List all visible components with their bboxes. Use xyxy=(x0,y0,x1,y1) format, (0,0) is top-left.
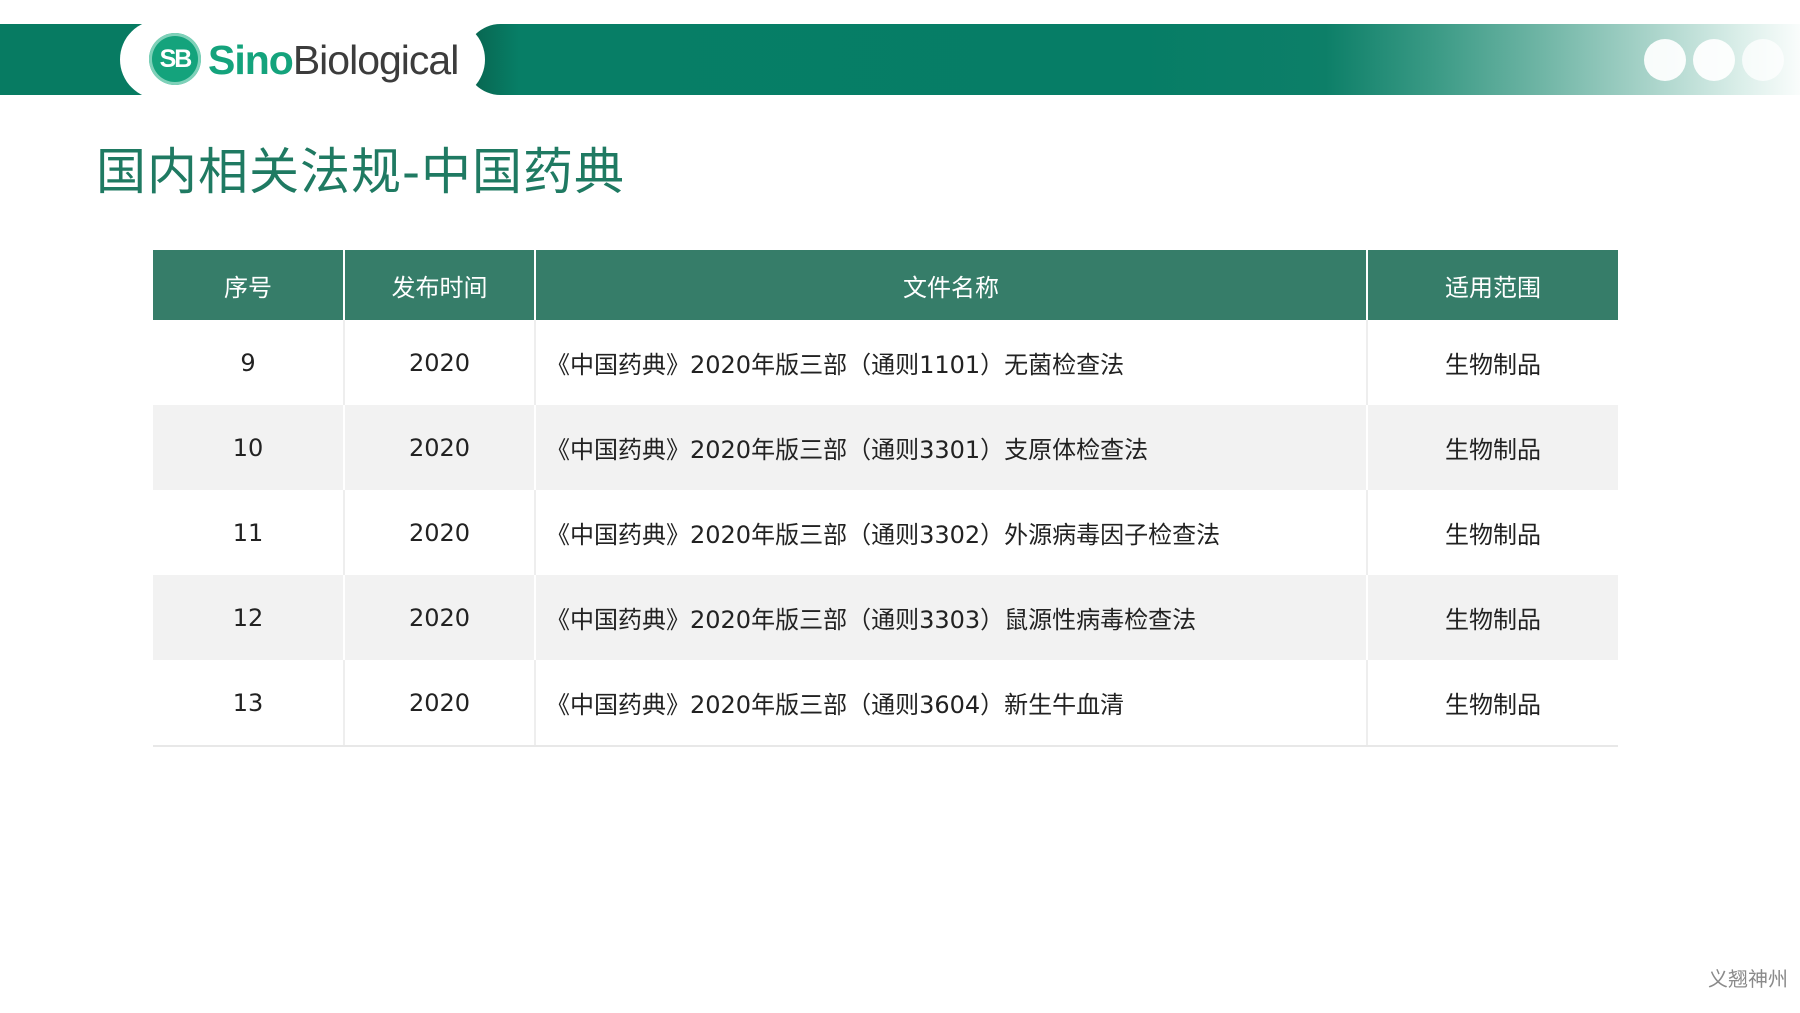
header-band-gradient xyxy=(465,24,1800,95)
logo-suffix-text: Biological xyxy=(292,37,459,83)
page-title: 国内相关法规-中国药典 xyxy=(96,143,626,201)
column-header-index: 序号 xyxy=(153,250,344,320)
cell-document: 《中国药典》2020年版三部（通则3604）新生牛血清 xyxy=(534,660,1367,747)
column-header-document: 文件名称 xyxy=(534,250,1367,320)
cell-index: 13 xyxy=(153,660,344,747)
cell-document: 《中国药典》2020年版三部（通则3302）外源病毒因子检查法 xyxy=(534,490,1367,575)
cell-scope: 生物制品 xyxy=(1366,320,1618,405)
cell-date: 2020 xyxy=(343,660,535,747)
cell-document: 《中国药典》2020年版三部（通则3301）支原体检查法 xyxy=(534,405,1367,490)
cell-date: 2020 xyxy=(343,575,535,660)
table-row: 12 2020 《中国药典》2020年版三部（通则3303）鼠源性病毒检查法 生… xyxy=(153,575,1618,660)
decorative-circle-icon xyxy=(1644,39,1686,81)
decorative-circle-icon xyxy=(1742,39,1784,81)
cell-scope: 生物制品 xyxy=(1366,405,1618,490)
column-header-scope: 适用范围 xyxy=(1366,250,1618,320)
table-row: 10 2020 《中国药典》2020年版三部（通则3301）支原体检查法 生物制… xyxy=(153,405,1618,490)
cell-index: 11 xyxy=(232,518,264,547)
table-header-row: 序号 发布时间 文件名称 适用范围 xyxy=(153,250,1618,320)
cell-date: 2020 xyxy=(343,405,535,490)
footer-watermark: 义翘神州 xyxy=(1708,967,1788,991)
cell-index: 12 xyxy=(153,575,344,660)
cell-document: 《中国药典》2020年版三部（通则1101）无菌检查法 xyxy=(534,320,1367,405)
table-row: 9 2020 《中国药典》2020年版三部（通则1101）无菌检查法 生物制品 xyxy=(153,320,1618,405)
column-header-date: 发布时间 xyxy=(343,250,535,320)
cell-scope: 生物制品 xyxy=(1366,575,1618,660)
cell-date: 2020 xyxy=(343,490,535,575)
cell-scope: 生物制品 xyxy=(1366,660,1618,747)
logo-brand-text: Sino xyxy=(208,37,294,83)
decorative-circle-icon xyxy=(1693,39,1735,81)
logo-wordmark: SinoBiological xyxy=(208,36,459,84)
cell-scope: 生物制品 xyxy=(1366,490,1618,575)
regulations-table: 序号 发布时间 文件名称 适用范围 9 2020 《中国药典》2020年版三部（… xyxy=(153,250,1618,747)
table-row: 13 2020 《中国药典》2020年版三部（通则3604）新生牛血清 生物制品 xyxy=(153,660,1618,747)
logo-badge-icon: SB xyxy=(149,33,201,85)
cell-document: 《中国药典》2020年版三部（通则3303）鼠源性病毒检查法 xyxy=(534,575,1367,660)
cell-date: 2020 xyxy=(343,320,535,405)
cell-index: 9 xyxy=(240,348,256,377)
table-row: 11 2020 《中国药典》2020年版三部（通则3302）外源病毒因子检查法 … xyxy=(153,490,1618,575)
cell-index: 10 xyxy=(153,405,344,490)
